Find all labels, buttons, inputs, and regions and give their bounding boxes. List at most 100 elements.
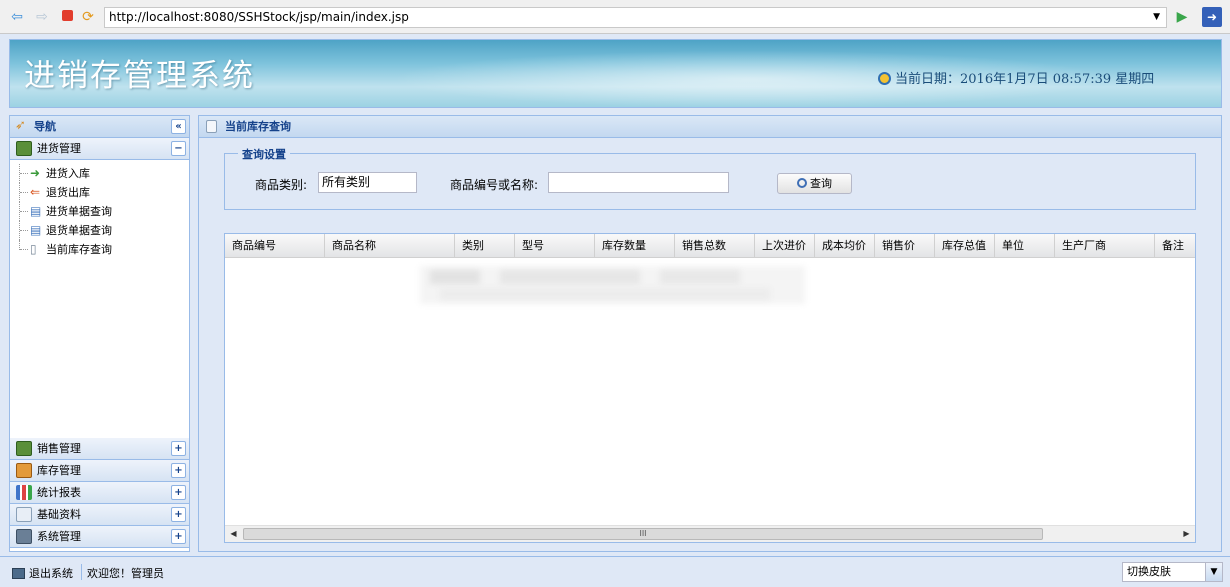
grid-header: 商品编号 商品名称 类别 型号 库存数量 销售总数 上次进价 成本均价 销售价 … [225, 234, 1195, 258]
accordion-sales[interactable]: 销售管理 + [10, 438, 189, 460]
url-text: http://localhost:8080/SSHStock/jsp/main/… [109, 10, 409, 24]
search-button[interactable]: 查询 [777, 173, 852, 194]
browser-toolbar: ⇦ ⇨ ⟳ http://localhost:8080/SSHStock/jsp… [0, 0, 1230, 34]
col-header[interactable]: 成本均价 [815, 234, 875, 258]
col-header[interactable]: 商品编号 [225, 234, 325, 258]
keyword-label: 商品编号或名称: [450, 178, 539, 192]
nav-item-stock-query[interactable]: ▯ 当前库存查询 [10, 240, 189, 259]
nav-item-purchase-query[interactable]: ▤ 进货单据查询 [10, 202, 189, 221]
col-header[interactable]: 备注 [1155, 234, 1195, 258]
scroll-thumb[interactable]: III [243, 528, 1043, 540]
col-header[interactable]: 库存数量 [595, 234, 675, 258]
refresh-icon[interactable]: ⟳ [80, 9, 96, 25]
nav-item-return-out[interactable]: ⇐ 退货出库 [10, 183, 189, 202]
skin-select[interactable]: 切换皮肤 ▼ [1122, 562, 1223, 582]
date-text: 当前日期：2016年1月7日 08:57:39 星期四 [895, 72, 1155, 87]
category-label: 商品类别: [255, 178, 308, 192]
search-icon [797, 178, 807, 188]
col-header[interactable]: 商品名称 [325, 234, 455, 258]
expand-section-button[interactable]: + [171, 529, 186, 544]
folder-icon [16, 463, 32, 478]
content-header: 当前库存查询 [199, 116, 1221, 138]
collapse-nav-button[interactable]: « [171, 119, 186, 134]
keyword-input[interactable] [548, 172, 729, 193]
purchase-icon [16, 141, 32, 156]
clock-icon [878, 72, 891, 85]
col-header[interactable]: 单位 [995, 234, 1055, 258]
accordion-label: 库存管理 [37, 464, 81, 477]
expand-section-button[interactable]: + [171, 463, 186, 478]
accordion-reports[interactable]: 统计报表 + [10, 482, 189, 504]
home-icon[interactable]: ➜ [1202, 7, 1222, 27]
computer-icon [16, 529, 32, 544]
status-bar: 退出系统 欢迎您！管理员 切换皮肤 ▼ [0, 556, 1230, 587]
stop-icon[interactable] [59, 9, 75, 25]
search-button-label: 查询 [810, 177, 832, 190]
back-icon[interactable]: ⇦ [9, 9, 25, 25]
go-icon[interactable]: ▶ [1174, 9, 1190, 25]
nav-title: 导航 [34, 120, 56, 133]
expand-section-button[interactable]: + [171, 507, 186, 522]
system-title: 进销存管理系统 [24, 58, 255, 94]
query-legend: 查询设置 [238, 146, 290, 162]
expand-section-button[interactable]: + [171, 441, 186, 456]
doc-icon [206, 120, 217, 133]
doc-icon: ▯ [30, 242, 37, 256]
app-header: 进销存管理系统 当前日期：2016年1月7日 08:57:39 星期四 [9, 39, 1222, 108]
col-header[interactable]: 型号 [515, 234, 595, 258]
col-header[interactable]: 销售价 [875, 234, 935, 258]
scroll-right-icon[interactable]: ▶ [1178, 526, 1195, 542]
tree-item-label: 退货单据查询 [46, 224, 112, 237]
accordion-system[interactable]: 系统管理 + [10, 526, 189, 548]
logout-label: 退出系统 [29, 567, 73, 580]
address-bar[interactable]: http://localhost:8080/SSHStock/jsp/main/… [104, 7, 1167, 28]
sales-icon [16, 441, 32, 456]
accordion-label: 统计报表 [37, 486, 81, 499]
return-icon: ⇐ [30, 185, 41, 199]
category-select[interactable]: 所有类别 [318, 172, 417, 193]
query-fieldset: 查询设置 商品类别: 所有类别 商品编号或名称: 查询 [224, 146, 1196, 210]
col-header[interactable]: 生产厂商 [1055, 234, 1155, 258]
content-title: 当前库存查询 [225, 120, 291, 133]
scroll-left-icon[interactable]: ◀ [225, 526, 242, 542]
doc-search-icon: ▤ [30, 204, 42, 218]
forward-icon[interactable]: ⇨ [34, 9, 50, 25]
welcome-text: 欢迎您！管理员 [87, 567, 164, 580]
skin-value: 切换皮肤 [1127, 565, 1171, 578]
horizontal-scrollbar[interactable]: ◀ III ▶ [225, 525, 1195, 542]
col-header[interactable]: 库存总值 [935, 234, 995, 258]
chevron-down-icon[interactable]: ▼ [1205, 563, 1222, 581]
status-separator [81, 564, 82, 580]
tree-item-label: 当前库存查询 [46, 243, 112, 256]
blurred-region [420, 266, 805, 304]
accordion-label: 系统管理 [37, 530, 81, 543]
content-panel: 当前库存查询 查询设置 商品类别: 所有类别 商品编号或名称: 查询 商品编号 … [198, 115, 1222, 552]
tree-item-label: 退货出库 [46, 186, 90, 199]
accordion-purchase[interactable]: 进货管理 − [10, 138, 189, 160]
nav-panel: ➶ 导航 « 进货管理 − ➜ 进货入库 ⇐ 退货出库 ▤ 进货单据查询 ▤ 退… [9, 115, 190, 552]
nav-item-return-query[interactable]: ▤ 退货单据查询 [10, 221, 189, 240]
base-data-icon [16, 507, 32, 522]
nav-item-purchase-in[interactable]: ➜ 进货入库 [10, 164, 189, 183]
col-header[interactable]: 上次进价 [755, 234, 815, 258]
nav-header: ➶ 导航 « [10, 116, 189, 138]
url-dropdown-icon[interactable]: ▼ [1153, 8, 1160, 27]
collapse-section-button[interactable]: − [171, 141, 186, 156]
accordion-label: 销售管理 [37, 442, 81, 455]
logout-link[interactable]: 退出系统 [12, 565, 73, 581]
col-header[interactable]: 类别 [455, 234, 515, 258]
import-icon: ➜ [30, 166, 41, 180]
tree-item-label: 进货单据查询 [46, 205, 112, 218]
current-date: 当前日期：2016年1月7日 08:57:39 星期四 [878, 68, 1154, 87]
accordion-base-data[interactable]: 基础资料 + [10, 504, 189, 526]
tree-item-label: 进货入库 [46, 167, 90, 180]
nav-tree: ➜ 进货入库 ⇐ 退货出库 ▤ 进货单据查询 ▤ 退货单据查询 ▯ 当前库存查询 [10, 160, 189, 444]
stock-grid: 商品编号 商品名称 类别 型号 库存数量 销售总数 上次进价 成本均价 销售价 … [224, 233, 1196, 543]
bar-chart-icon [16, 485, 32, 500]
accordion-label: 基础资料 [37, 508, 81, 521]
signpost-icon: ➶ [15, 118, 26, 133]
accordion-inventory[interactable]: 库存管理 + [10, 460, 189, 482]
col-header[interactable]: 销售总数 [675, 234, 755, 258]
expand-section-button[interactable]: + [171, 485, 186, 500]
accordion-label: 进货管理 [37, 142, 81, 155]
